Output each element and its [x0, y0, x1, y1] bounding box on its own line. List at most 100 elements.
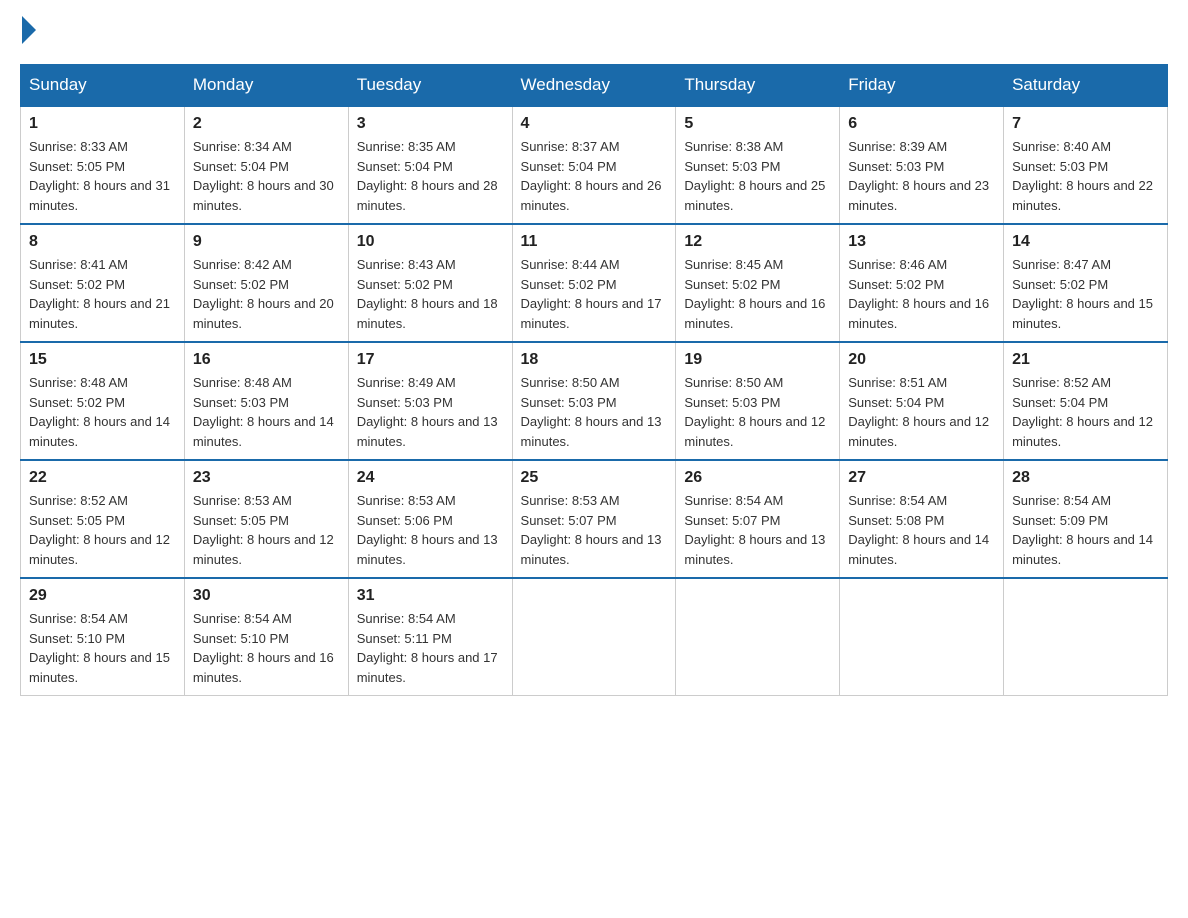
- calendar-day-cell: 30 Sunrise: 8:54 AMSunset: 5:10 PMDaylig…: [184, 578, 348, 696]
- day-number: 3: [357, 115, 504, 133]
- calendar-day-cell: 14 Sunrise: 8:47 AMSunset: 5:02 PMDaylig…: [1004, 224, 1168, 342]
- day-info: Sunrise: 8:54 AMSunset: 5:09 PMDaylight:…: [1012, 493, 1153, 567]
- calendar-day-cell: 10 Sunrise: 8:43 AMSunset: 5:02 PMDaylig…: [348, 224, 512, 342]
- day-number: 24: [357, 469, 504, 487]
- calendar-day-cell: 13 Sunrise: 8:46 AMSunset: 5:02 PMDaylig…: [840, 224, 1004, 342]
- calendar-day-cell: 31 Sunrise: 8:54 AMSunset: 5:11 PMDaylig…: [348, 578, 512, 696]
- day-info: Sunrise: 8:52 AMSunset: 5:05 PMDaylight:…: [29, 493, 170, 567]
- calendar-week-row: 8 Sunrise: 8:41 AMSunset: 5:02 PMDayligh…: [21, 224, 1168, 342]
- calendar-day-cell: 20 Sunrise: 8:51 AMSunset: 5:04 PMDaylig…: [840, 342, 1004, 460]
- calendar-day-cell: [676, 578, 840, 696]
- day-number: 13: [848, 233, 995, 251]
- calendar-header-tuesday: Tuesday: [348, 65, 512, 107]
- calendar-day-cell: 4 Sunrise: 8:37 AMSunset: 5:04 PMDayligh…: [512, 106, 676, 224]
- calendar-day-cell: 8 Sunrise: 8:41 AMSunset: 5:02 PMDayligh…: [21, 224, 185, 342]
- day-number: 7: [1012, 115, 1159, 133]
- calendar-day-cell: 7 Sunrise: 8:40 AMSunset: 5:03 PMDayligh…: [1004, 106, 1168, 224]
- day-number: 4: [521, 115, 668, 133]
- calendar-table: SundayMondayTuesdayWednesdayThursdayFrid…: [20, 64, 1168, 696]
- calendar-day-cell: [1004, 578, 1168, 696]
- day-info: Sunrise: 8:44 AMSunset: 5:02 PMDaylight:…: [521, 257, 662, 331]
- calendar-header-monday: Monday: [184, 65, 348, 107]
- calendar-header-friday: Friday: [840, 65, 1004, 107]
- day-number: 6: [848, 115, 995, 133]
- calendar-day-cell: 17 Sunrise: 8:49 AMSunset: 5:03 PMDaylig…: [348, 342, 512, 460]
- day-info: Sunrise: 8:51 AMSunset: 5:04 PMDaylight:…: [848, 375, 989, 449]
- calendar-week-row: 15 Sunrise: 8:48 AMSunset: 5:02 PMDaylig…: [21, 342, 1168, 460]
- calendar-day-cell: 21 Sunrise: 8:52 AMSunset: 5:04 PMDaylig…: [1004, 342, 1168, 460]
- calendar-day-cell: 9 Sunrise: 8:42 AMSunset: 5:02 PMDayligh…: [184, 224, 348, 342]
- day-number: 1: [29, 115, 176, 133]
- calendar-day-cell: 5 Sunrise: 8:38 AMSunset: 5:03 PMDayligh…: [676, 106, 840, 224]
- day-info: Sunrise: 8:33 AMSunset: 5:05 PMDaylight:…: [29, 139, 170, 213]
- day-number: 18: [521, 351, 668, 369]
- calendar-day-cell: 12 Sunrise: 8:45 AMSunset: 5:02 PMDaylig…: [676, 224, 840, 342]
- day-info: Sunrise: 8:53 AMSunset: 5:07 PMDaylight:…: [521, 493, 662, 567]
- day-number: 11: [521, 233, 668, 251]
- calendar-week-row: 22 Sunrise: 8:52 AMSunset: 5:05 PMDaylig…: [21, 460, 1168, 578]
- day-info: Sunrise: 8:50 AMSunset: 5:03 PMDaylight:…: [521, 375, 662, 449]
- calendar-week-row: 29 Sunrise: 8:54 AMSunset: 5:10 PMDaylig…: [21, 578, 1168, 696]
- calendar-header-sunday: Sunday: [21, 65, 185, 107]
- calendar-header-saturday: Saturday: [1004, 65, 1168, 107]
- day-info: Sunrise: 8:34 AMSunset: 5:04 PMDaylight:…: [193, 139, 334, 213]
- day-info: Sunrise: 8:53 AMSunset: 5:05 PMDaylight:…: [193, 493, 334, 567]
- day-number: 30: [193, 587, 340, 605]
- day-info: Sunrise: 8:54 AMSunset: 5:10 PMDaylight:…: [193, 611, 334, 685]
- day-number: 2: [193, 115, 340, 133]
- calendar-day-cell: 22 Sunrise: 8:52 AMSunset: 5:05 PMDaylig…: [21, 460, 185, 578]
- day-number: 21: [1012, 351, 1159, 369]
- day-info: Sunrise: 8:54 AMSunset: 5:10 PMDaylight:…: [29, 611, 170, 685]
- day-number: 19: [684, 351, 831, 369]
- day-info: Sunrise: 8:46 AMSunset: 5:02 PMDaylight:…: [848, 257, 989, 331]
- day-info: Sunrise: 8:48 AMSunset: 5:03 PMDaylight:…: [193, 375, 334, 449]
- calendar-day-cell: 3 Sunrise: 8:35 AMSunset: 5:04 PMDayligh…: [348, 106, 512, 224]
- calendar-day-cell: 23 Sunrise: 8:53 AMSunset: 5:05 PMDaylig…: [184, 460, 348, 578]
- day-number: 16: [193, 351, 340, 369]
- calendar-day-cell: [840, 578, 1004, 696]
- day-number: 31: [357, 587, 504, 605]
- calendar-day-cell: 18 Sunrise: 8:50 AMSunset: 5:03 PMDaylig…: [512, 342, 676, 460]
- day-number: 5: [684, 115, 831, 133]
- day-info: Sunrise: 8:54 AMSunset: 5:08 PMDaylight:…: [848, 493, 989, 567]
- logo-arrow-icon: [22, 16, 36, 44]
- calendar-day-cell: 15 Sunrise: 8:48 AMSunset: 5:02 PMDaylig…: [21, 342, 185, 460]
- day-number: 22: [29, 469, 176, 487]
- calendar-day-cell: 6 Sunrise: 8:39 AMSunset: 5:03 PMDayligh…: [840, 106, 1004, 224]
- day-info: Sunrise: 8:35 AMSunset: 5:04 PMDaylight:…: [357, 139, 498, 213]
- day-info: Sunrise: 8:50 AMSunset: 5:03 PMDaylight:…: [684, 375, 825, 449]
- day-number: 15: [29, 351, 176, 369]
- day-number: 8: [29, 233, 176, 251]
- calendar-day-cell: 26 Sunrise: 8:54 AMSunset: 5:07 PMDaylig…: [676, 460, 840, 578]
- day-number: 10: [357, 233, 504, 251]
- day-number: 20: [848, 351, 995, 369]
- calendar-day-cell: 2 Sunrise: 8:34 AMSunset: 5:04 PMDayligh…: [184, 106, 348, 224]
- day-number: 9: [193, 233, 340, 251]
- day-info: Sunrise: 8:49 AMSunset: 5:03 PMDaylight:…: [357, 375, 498, 449]
- calendar-day-cell: [512, 578, 676, 696]
- day-info: Sunrise: 8:52 AMSunset: 5:04 PMDaylight:…: [1012, 375, 1153, 449]
- day-number: 12: [684, 233, 831, 251]
- day-info: Sunrise: 8:45 AMSunset: 5:02 PMDaylight:…: [684, 257, 825, 331]
- day-info: Sunrise: 8:54 AMSunset: 5:07 PMDaylight:…: [684, 493, 825, 567]
- day-number: 27: [848, 469, 995, 487]
- day-info: Sunrise: 8:42 AMSunset: 5:02 PMDaylight:…: [193, 257, 334, 331]
- day-number: 17: [357, 351, 504, 369]
- calendar-day-cell: 29 Sunrise: 8:54 AMSunset: 5:10 PMDaylig…: [21, 578, 185, 696]
- day-info: Sunrise: 8:53 AMSunset: 5:06 PMDaylight:…: [357, 493, 498, 567]
- calendar-day-cell: 19 Sunrise: 8:50 AMSunset: 5:03 PMDaylig…: [676, 342, 840, 460]
- day-info: Sunrise: 8:37 AMSunset: 5:04 PMDaylight:…: [521, 139, 662, 213]
- page-header: [20, 20, 1168, 44]
- day-number: 23: [193, 469, 340, 487]
- day-info: Sunrise: 8:54 AMSunset: 5:11 PMDaylight:…: [357, 611, 498, 685]
- day-info: Sunrise: 8:39 AMSunset: 5:03 PMDaylight:…: [848, 139, 989, 213]
- day-number: 25: [521, 469, 668, 487]
- day-info: Sunrise: 8:47 AMSunset: 5:02 PMDaylight:…: [1012, 257, 1153, 331]
- day-number: 26: [684, 469, 831, 487]
- logo: [20, 20, 36, 44]
- day-number: 29: [29, 587, 176, 605]
- calendar-day-cell: 16 Sunrise: 8:48 AMSunset: 5:03 PMDaylig…: [184, 342, 348, 460]
- calendar-day-cell: 27 Sunrise: 8:54 AMSunset: 5:08 PMDaylig…: [840, 460, 1004, 578]
- calendar-week-row: 1 Sunrise: 8:33 AMSunset: 5:05 PMDayligh…: [21, 106, 1168, 224]
- day-info: Sunrise: 8:38 AMSunset: 5:03 PMDaylight:…: [684, 139, 825, 213]
